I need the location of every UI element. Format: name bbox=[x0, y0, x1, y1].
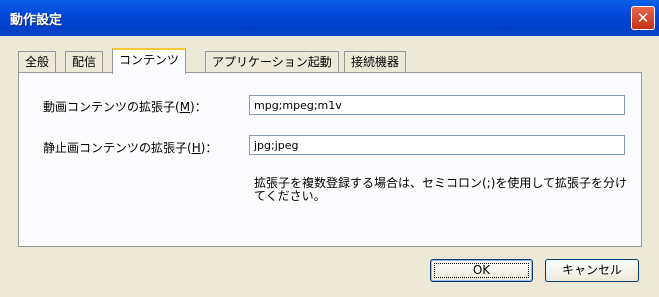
close-icon: ✕ bbox=[636, 9, 650, 27]
image-ext-label: 静止画コンテンツの拡張子(H)： bbox=[43, 141, 218, 155]
close-button[interactable]: ✕ bbox=[631, 6, 655, 30]
image-ext-input[interactable]: jpg;jpeg bbox=[249, 135, 625, 155]
tab-general[interactable]: 全般 bbox=[18, 51, 57, 73]
title-bar[interactable]: 動作設定 ✕ bbox=[0, 0, 659, 36]
cancel-button[interactable]: キャンセル bbox=[545, 259, 639, 282]
video-ext-input[interactable]: mpg;mpeg;m1v bbox=[249, 95, 625, 115]
focus-rect bbox=[434, 263, 529, 278]
window-title: 動作設定 bbox=[10, 13, 63, 28]
tab-devices[interactable]: 接続機器 bbox=[344, 51, 407, 73]
video-ext-label: 動画コンテンツの拡張子(M)： bbox=[43, 100, 207, 114]
tab-contents[interactable]: コンテンツ bbox=[112, 48, 187, 74]
ok-button[interactable]: OK bbox=[430, 259, 533, 282]
tab-app-launch[interactable]: アプリケーション起動 bbox=[205, 51, 339, 73]
contents-panel: 動画コンテンツの拡張子(M)： mpg;mpeg;m1v 静止画コンテンツの拡張… bbox=[18, 72, 642, 247]
cancel-label: キャンセル bbox=[561, 263, 622, 277]
help-note: 拡張子を複数登録する場合は、セミコロン(;)を使用して拡張子を分けてください。 bbox=[254, 176, 628, 203]
tab-delivery[interactable]: 配信 bbox=[65, 51, 104, 73]
